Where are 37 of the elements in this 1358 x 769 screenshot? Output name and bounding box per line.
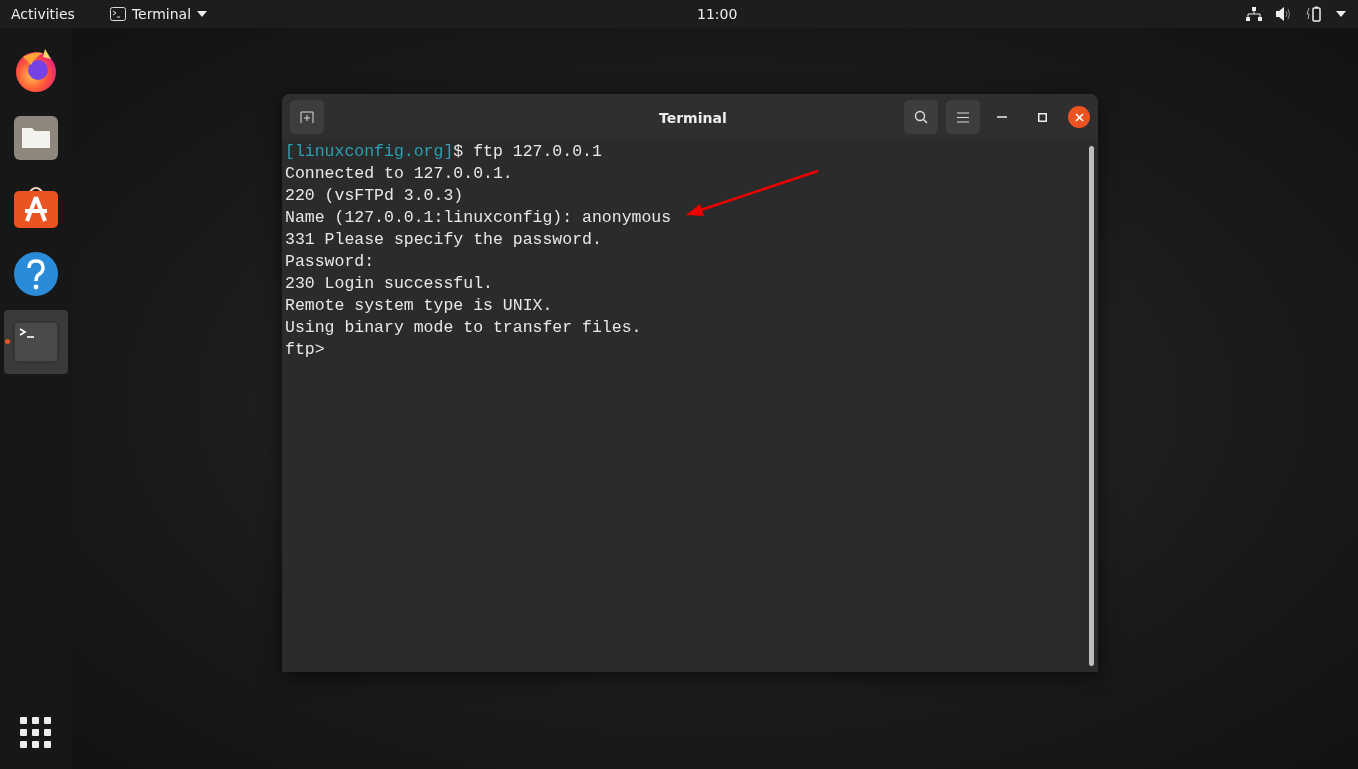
- terminal-line: [linuxconfig.org]$ ftp 127.0.0.1: [285, 141, 602, 163]
- search-icon: [914, 110, 928, 124]
- terminal-icon: [109, 7, 126, 21]
- terminal-line: 220 (vsFTPd 3.0.3): [285, 185, 464, 207]
- terminal-line: Remote system type is UNIX.: [285, 295, 553, 317]
- folder-icon: [13, 115, 59, 161]
- terminal-line: ftp>: [285, 339, 325, 361]
- activities-button[interactable]: Activities: [11, 0, 75, 28]
- close-icon: [1074, 112, 1084, 122]
- menu-button[interactable]: [946, 100, 980, 134]
- terminal-line: Name (127.0.0.1:linuxconfig): anonymous: [285, 207, 672, 229]
- battery-icon[interactable]: [1306, 6, 1322, 22]
- close-button[interactable]: [1068, 106, 1090, 128]
- window-title: Terminal: [659, 109, 727, 128]
- network-icon[interactable]: [1246, 7, 1262, 21]
- caret-icon: [197, 11, 208, 17]
- maximize-icon: [1037, 112, 1047, 122]
- new-tab-icon: [300, 110, 314, 124]
- speaker-icon[interactable]: [1276, 7, 1292, 21]
- terminal-line: Using binary mode to transfer files.: [285, 317, 642, 339]
- running-indicator: [5, 339, 10, 344]
- question-mark-icon: [13, 251, 59, 297]
- clock[interactable]: 11:00: [697, 0, 738, 28]
- app-menu[interactable]: Terminal: [109, 0, 208, 28]
- terminal-line: 230 Login successful.: [285, 273, 493, 295]
- menu-icon: [957, 111, 969, 123]
- caret-icon[interactable]: [1336, 11, 1346, 17]
- scrollbar[interactable]: [1089, 146, 1094, 666]
- terminal-line: 331 Please specify the password.: [285, 229, 602, 251]
- terminal-line: Password:: [285, 251, 375, 273]
- globe-fox-icon: [13, 47, 59, 93]
- grid-icon: [20, 717, 52, 749]
- minimize-icon: [997, 116, 1007, 118]
- terminal-line: Connected to 127.0.0.1.: [285, 163, 513, 185]
- search-button[interactable]: [904, 100, 938, 134]
- new-tab-button[interactable]: [290, 100, 324, 134]
- terminal-icon: [13, 321, 59, 363]
